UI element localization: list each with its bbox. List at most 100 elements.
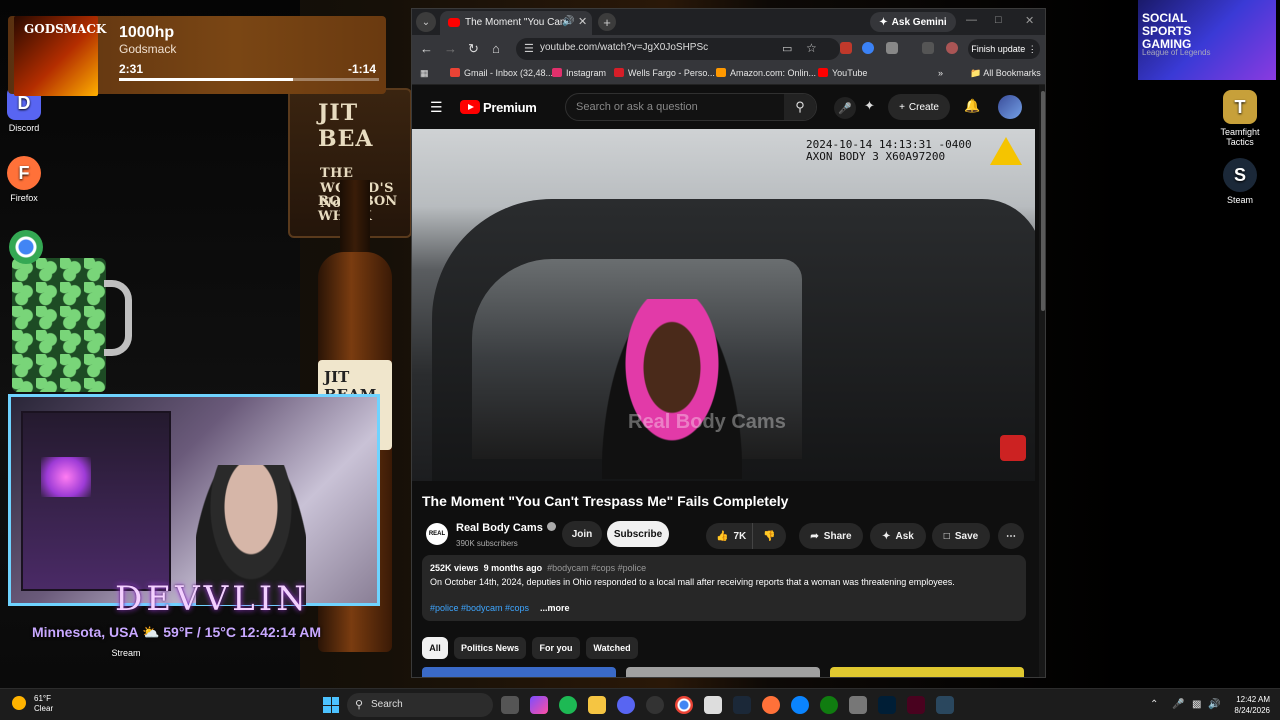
youtube-play-icon: [460, 100, 480, 114]
desktop-icon-steam[interactable]: S Steam: [1210, 158, 1270, 205]
url-text: youtube.com/watch?v=JgX0JoSHPSc: [540, 42, 709, 53]
windows-start-icon[interactable]: [323, 697, 339, 713]
voice-search-icon[interactable]: 🎤: [834, 97, 856, 119]
store-icon[interactable]: [704, 696, 722, 714]
steam-app-icon[interactable]: [936, 696, 954, 714]
extensions-puzzle-icon[interactable]: [886, 42, 898, 54]
channel-avatar[interactable]: REAL: [426, 523, 448, 545]
mug-handle: [104, 280, 132, 356]
address-bar[interactable]: ☰ youtube.com/watch?v=JgX0JoSHPSc ▭ ☆: [516, 38, 840, 60]
video-player[interactable]: 2024-10-14 14:13:31 -0400 AXON BODY 3 X6…: [412, 129, 1035, 481]
hamburger-menu-icon[interactable]: ☰: [430, 99, 443, 116]
ask-button[interactable]: ✦ Ask: [870, 523, 926, 549]
bookmark-amazon[interactable]: Amazon.com: Onlin...: [716, 68, 816, 78]
indesign-icon[interactable]: [907, 696, 925, 714]
home-button[interactable]: ⌂: [492, 41, 500, 56]
recommended-thumbnail[interactable]: [626, 667, 820, 677]
tab-active[interactable]: The Moment "You Can't Tre 🔊 ✕: [440, 11, 592, 35]
firefox-taskbar-icon[interactable]: [762, 696, 780, 714]
maximize-button[interactable]: □: [995, 14, 1002, 26]
audio-playing-icon[interactable]: 🔊: [562, 16, 574, 27]
close-tab-icon[interactable]: ✕: [578, 15, 587, 28]
wells-fargo-icon: [614, 68, 624, 77]
desktop-icon-tft[interactable]: T Teamfight Tactics: [1210, 90, 1270, 147]
subscribe-watermark-icon[interactable]: [1000, 435, 1026, 461]
xbox-icon[interactable]: [820, 696, 838, 714]
task-view-icon[interactable]: [501, 696, 519, 714]
youtube-logo[interactable]: Premium: [460, 99, 537, 117]
media-control-icon[interactable]: [922, 42, 934, 54]
bookmark-wells-fargo[interactable]: Wells Fargo - Perso...: [614, 68, 715, 78]
desktop-icon-firefox[interactable]: F Firefox: [0, 156, 54, 203]
weather-condition: Clear: [34, 704, 54, 713]
tab-search-button[interactable]: ⌄: [416, 12, 436, 32]
desktop-icon-chrome[interactable]: [6, 230, 46, 267]
reload-button[interactable]: ↻: [468, 41, 479, 57]
bookmark-gmail[interactable]: Gmail - Inbox (32,48...: [450, 68, 553, 78]
recommended-thumbnail[interactable]: [830, 667, 1024, 677]
page-scrollbar[interactable]: [1039, 85, 1045, 677]
edge-icon[interactable]: [791, 696, 809, 714]
gemini-sparkle-icon[interactable]: ✦: [864, 98, 875, 114]
chip-politics-news[interactable]: Politics News: [454, 637, 526, 659]
join-button[interactable]: Join: [562, 521, 602, 547]
discord-taskbar-icon[interactable]: [617, 696, 635, 714]
minimize-button[interactable]: —: [966, 14, 977, 26]
avatar[interactable]: [998, 95, 1022, 119]
spotify-icon[interactable]: [559, 696, 577, 714]
search-icon[interactable]: ⚲: [784, 94, 816, 120]
bookmark-youtube[interactable]: YouTube: [818, 68, 867, 78]
all-bookmarks[interactable]: 📁 All Bookmarks: [970, 68, 1041, 79]
close-window-button[interactable]: ✕: [1025, 14, 1034, 27]
back-button[interactable]: ←: [420, 41, 433, 56]
description-text: On October 14th, 2024, deputies in Ohio …: [430, 577, 955, 587]
finish-update-button[interactable]: Finish update ⋮: [968, 39, 1040, 59]
more-actions-icon[interactable]: ⋯: [998, 523, 1024, 549]
more-bookmarks-icon[interactable]: »: [938, 68, 943, 78]
forward-button[interactable]: →: [444, 41, 457, 56]
app-icon[interactable]: [849, 696, 867, 714]
subscribe-button[interactable]: Subscribe: [607, 521, 669, 547]
network-icon[interactable]: ▩: [1192, 699, 1201, 710]
file-explorer-icon[interactable]: [588, 696, 606, 714]
share-button[interactable]: ➦ Share: [799, 523, 863, 549]
copilot-icon[interactable]: [530, 696, 548, 714]
search-input[interactable]: Search or ask a question ⚲: [565, 93, 817, 121]
chrome-taskbar-icon[interactable]: [675, 696, 693, 714]
description-box[interactable]: 252K views 9 months ago #bodycam #cops #…: [422, 555, 1026, 621]
like-button[interactable]: 👍 7K: [706, 523, 752, 549]
cast-icon[interactable]: ▭: [782, 42, 792, 55]
obs-icon[interactable]: [646, 696, 664, 714]
bookmark-instagram[interactable]: Instagram: [552, 68, 606, 78]
dislike-button[interactable]: 👎: [752, 523, 786, 549]
bookmark-star-icon[interactable]: ☆: [806, 41, 817, 55]
album-art-text: GODSMACK: [24, 22, 107, 36]
extension-icon[interactable]: [862, 42, 874, 54]
show-more-link[interactable]: ...more: [540, 603, 570, 613]
system-clock[interactable]: 12:42 AM 8/24/2026: [1222, 694, 1270, 716]
sign-line-1: JIT BEA: [318, 100, 374, 152]
chip-watched[interactable]: Watched: [586, 637, 638, 659]
channel-name[interactable]: Real Body Cams: [456, 522, 556, 534]
chip-all[interactable]: All: [422, 637, 448, 659]
tray-overflow-icon[interactable]: ⌃: [1150, 699, 1158, 710]
notifications-bell-icon[interactable]: 🔔: [964, 98, 980, 114]
chrome-icon: [9, 230, 43, 264]
description-hashtags[interactable]: #police #bodycam #cops: [430, 603, 529, 613]
microphone-icon[interactable]: 🎤: [1172, 699, 1184, 710]
save-button[interactable]: □ Save: [932, 523, 990, 549]
profile-icon[interactable]: [946, 42, 958, 54]
recommended-thumbnail[interactable]: [422, 667, 616, 677]
site-info-icon[interactable]: ☰: [524, 42, 534, 55]
ask-gemini-button[interactable]: ✦ Ask Gemini: [870, 12, 956, 32]
new-tab-button[interactable]: +: [598, 13, 616, 31]
apps-grid-icon[interactable]: ▦: [420, 68, 429, 79]
steam-taskbar-icon[interactable]: [733, 696, 751, 714]
photoshop-icon[interactable]: [878, 696, 896, 714]
scrollbar-thumb[interactable]: [1041, 91, 1045, 311]
extension-icon[interactable]: [840, 42, 852, 54]
volume-icon[interactable]: 🔊: [1208, 699, 1220, 710]
taskbar-search[interactable]: ⚲ Search: [347, 693, 493, 717]
create-button[interactable]: + Create: [888, 94, 950, 120]
chip-for-you[interactable]: For you: [532, 637, 580, 659]
